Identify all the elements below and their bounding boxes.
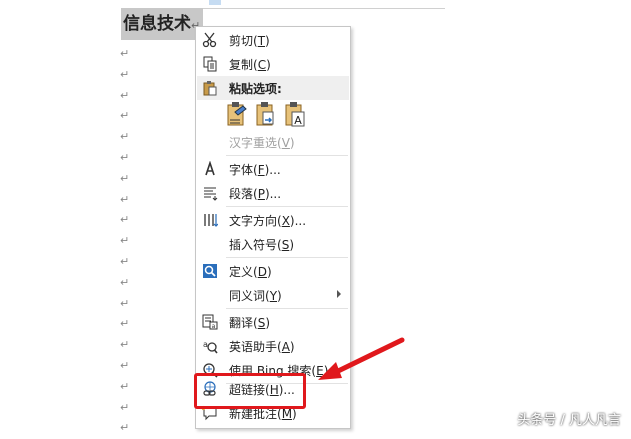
menu-item-text-direction[interactable]: 文字方向(X)... — [197, 208, 349, 232]
svg-text:a: a — [203, 340, 208, 349]
menu-item-hanzi-reselect[interactable]: 汉字重选(V) — [197, 130, 349, 154]
heading-text: 信息技术 — [123, 14, 191, 34]
menu-item-label: 文字方向(X)... — [229, 213, 307, 228]
scissors-icon — [202, 32, 217, 48]
menu-item-label: 英语助手(A) — [229, 339, 295, 354]
watermark: 头条号 / 凡人凡言 — [517, 413, 621, 428]
paragraph-mark: ↵ — [120, 192, 130, 206]
menu-item-label: 同义词(Y) — [229, 288, 282, 303]
menu-item-insert-symbol[interactable]: 插入符号(S) — [197, 232, 349, 256]
paste-options-row: A — [226, 100, 306, 130]
paragraph-mark: ↵ — [120, 338, 130, 352]
paragraph-mark: ↵ — [120, 88, 130, 102]
menu-separator — [226, 257, 348, 258]
paragraph-mark: ↵ — [120, 317, 130, 331]
paste-options-header: 粘贴选项: — [197, 76, 349, 100]
paste-keep-formatting-icon — [227, 102, 247, 126]
menu-item-define[interactable]: 定义(D) — [197, 259, 349, 283]
menu-item-label: 剪切(T) — [229, 33, 270, 48]
text-direction-icon — [204, 214, 218, 227]
paragraph-mark: ↵ — [120, 379, 130, 393]
svg-text:a: a — [212, 323, 216, 330]
paste-text-only-button[interactable]: A — [284, 100, 306, 128]
menu-separator — [226, 308, 348, 309]
menu-item-label: 定义(D) — [229, 264, 272, 279]
paragraph-mark: ↵ — [120, 67, 130, 81]
menu-item-paragraph[interactable]: 段落(P)... — [197, 181, 349, 205]
hyperlink-highlight-box — [194, 373, 306, 409]
define-icon — [203, 264, 217, 278]
english-assistant-icon: a — [203, 340, 218, 354]
paragraph-mark: ↵ — [120, 109, 130, 123]
document-heading[interactable]: 信息技术↵ — [121, 8, 204, 40]
paste-text-only-icon: A — [285, 102, 305, 127]
copy-icon — [203, 56, 217, 72]
menu-item-translate[interactable]: a 翻译(S) — [197, 310, 349, 334]
menu-item-font[interactable]: 字体(F)... — [197, 157, 349, 181]
menu-separator — [226, 155, 348, 156]
translate-icon: a — [202, 314, 218, 330]
menu-item-label: 插入符号(S) — [229, 237, 294, 252]
paragraph-mark: ↵ — [120, 130, 130, 144]
menu-item-label: 粘贴选项: — [229, 81, 282, 96]
paragraph-mark: ↵ — [120, 254, 130, 268]
submenu-arrow-icon — [337, 290, 341, 298]
paragraph-mark: ↵ — [120, 150, 130, 164]
paste-text-only-glyph: A — [294, 114, 302, 127]
paragraph-mark: ↵ — [120, 358, 130, 372]
font-icon — [205, 161, 215, 176]
red-arrow-annotation — [318, 337, 405, 380]
menu-item-label: 字体(F)... — [229, 162, 281, 177]
paragraph-mark: ↵ — [120, 275, 130, 289]
menu-item-label: 汉字重选(V) — [229, 135, 295, 150]
menu-item-label: 复制(C) — [229, 57, 271, 72]
paste-merge-formatting-icon — [256, 102, 274, 126]
paragraph-mark: ↵ — [120, 400, 130, 414]
paragraph-mark: ↵ — [120, 47, 130, 60]
paragraph-mark: ↵ — [120, 296, 130, 310]
menu-item-label: 翻译(S) — [229, 315, 270, 330]
paragraph-mark: ↵ — [120, 171, 130, 185]
menu-item-synonyms[interactable]: 同义词(Y) — [197, 283, 349, 307]
paragraph-mark: ↵ — [120, 213, 130, 227]
menu-item-copy[interactable]: 复制(C) — [197, 52, 349, 76]
paste-icon — [203, 81, 217, 96]
paragraph-mark: ↵ — [120, 421, 130, 435]
paragraph-icon — [204, 187, 218, 201]
empty-paragraphs[interactable]: ↵ ↵ ↵ ↵ ↵ ↵ ↵ ↵ ↵ ↵ ↵ ↵ ↵ ↵ ↵ ↵ ↵ ↵ ↵ — [120, 44, 129, 439]
menu-item-label: 段落(P)... — [229, 186, 282, 201]
menu-separator — [226, 206, 348, 207]
paste-merge-formatting-button[interactable] — [255, 100, 277, 128]
paragraph-mark: ↵ — [120, 234, 130, 248]
paste-keep-source-formatting-button[interactable] — [226, 100, 248, 128]
menu-item-cut[interactable]: 剪切(T) — [197, 28, 349, 52]
top-edge — [197, 0, 445, 9]
